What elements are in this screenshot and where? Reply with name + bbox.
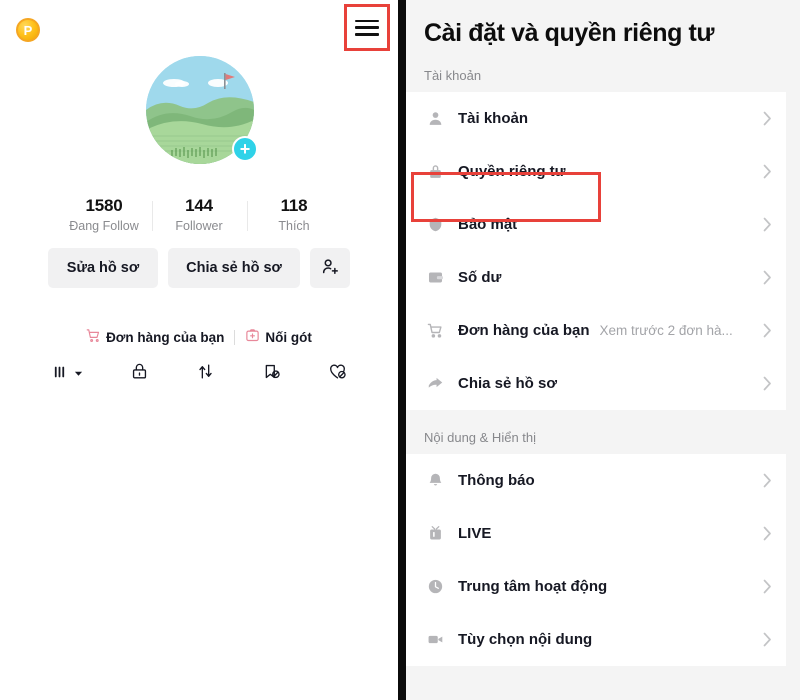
tab-private[interactable] (130, 362, 149, 386)
settings-row-label: Số dư (458, 269, 502, 286)
chevron-right-icon (763, 323, 772, 338)
stat-likes[interactable]: 118 Thích (246, 196, 342, 233)
stat-label: Đang Follow (69, 219, 139, 233)
profile-content-tabs (0, 362, 398, 386)
shield-icon (424, 216, 446, 233)
settings-card-account: Tài khoản Quyền riêng tư Bảo mật Số dư Đ… (406, 92, 786, 410)
stat-following[interactable]: 1580 Đang Follow (57, 196, 152, 233)
settings-row-content-preferences[interactable]: Tùy chọn nội dung (406, 613, 786, 666)
lock-private-icon (130, 362, 149, 386)
settings-row-label: Thông báo (458, 472, 535, 489)
profile-link-label: Nối gót (265, 329, 312, 345)
section-header-content: Nội dung & Hiển thị (424, 430, 537, 445)
coin-badge-label: P (23, 22, 33, 38)
chevron-down-icon (74, 365, 83, 383)
repost-arrows-icon (196, 362, 215, 386)
avatar[interactable]: + (146, 56, 258, 164)
add-avatar-button[interactable]: + (232, 136, 258, 162)
tab-saved-hidden[interactable] (262, 362, 281, 386)
tab-repost[interactable] (196, 362, 215, 386)
stat-label: Thích (278, 219, 310, 233)
settings-row-share-profile[interactable]: Chia sẻ hồ sơ (406, 357, 786, 410)
chevron-right-icon (763, 217, 772, 232)
settings-row-notifications[interactable]: Thông báo (406, 454, 786, 507)
settings-row-privacy[interactable]: Quyền riêng tư (406, 145, 786, 198)
coin-p-icon[interactable]: P (16, 18, 40, 42)
profile-panel: P + 1580 Đang Follow 144 Follower 118 Th… (0, 0, 398, 700)
settings-row-security[interactable]: Bảo mật (406, 198, 786, 251)
stat-label: Follower (175, 219, 223, 233)
share-arrow-icon (424, 375, 446, 392)
settings-card-content: Thông báo LIVE Trung tâm hoạt động Tùy c… (406, 454, 786, 666)
tab-grid-bars[interactable] (52, 363, 83, 386)
settings-row-subtitle: Xem trước 2 đơn hà... (599, 323, 733, 338)
chevron-right-icon (763, 526, 772, 541)
chevron-right-icon (763, 473, 772, 488)
settings-row-label: Bảo mật (458, 216, 518, 233)
bookmark-hidden-icon (262, 362, 281, 386)
add-box-icon (245, 328, 260, 346)
hamburger-menu-icon (355, 19, 379, 36)
person-icon (424, 110, 446, 127)
stat-value: 1580 (85, 196, 123, 215)
settings-row-label: Đơn hàng của bạn (458, 322, 590, 339)
profile-stats: 1580 Đang Follow 144 Follower 118 Thích (0, 196, 398, 233)
add-person-icon (321, 257, 340, 280)
stat-followers[interactable]: 144 Follower (151, 196, 247, 233)
heart-hidden-icon (328, 362, 347, 386)
settings-row-label: Quyền riêng tư (458, 163, 566, 180)
grid-bars-icon (52, 363, 70, 386)
settings-row-label: Chia sẻ hồ sơ (458, 375, 558, 392)
cart-icon (424, 322, 446, 339)
settings-row-label: Trung tâm hoạt động (458, 578, 608, 595)
profile-link-label: Đơn hàng của bạn (106, 329, 225, 345)
settings-row-live[interactable]: LIVE (406, 507, 786, 560)
chevron-right-icon (763, 632, 772, 647)
panel-divider (398, 0, 406, 700)
settings-row-label: Tùy chọn nội dung (458, 631, 593, 648)
stat-value: 144 (185, 196, 213, 215)
app-screen: P + 1580 Đang Follow 144 Follower 118 Th… (0, 0, 800, 700)
share-profile-button[interactable]: Chia sẻ hồ sơ (168, 248, 300, 288)
settings-panel: Cài đặt và quyền riêng tư Tài khoản Tài … (406, 0, 800, 700)
chevron-right-icon (763, 164, 772, 179)
settings-row-account[interactable]: Tài khoản (406, 92, 786, 145)
video-camera-icon (424, 631, 446, 648)
edit-profile-button[interactable]: Sửa hồ sơ (48, 248, 158, 288)
section-header-account: Tài khoản (424, 68, 482, 83)
chevron-right-icon (763, 579, 772, 594)
links-divider (234, 329, 236, 345)
settings-row-label: Tài khoản (458, 110, 529, 127)
profile-links: Đơn hàng của bạn Nối gót (0, 328, 398, 346)
stat-value: 118 (280, 196, 308, 215)
bell-icon (424, 472, 446, 489)
chevron-right-icon (763, 270, 772, 285)
settings-row-orders[interactable]: Đơn hàng của bạn Xem trước 2 đơn hà... (406, 304, 786, 357)
settings-row-balance[interactable]: Số dư (406, 251, 786, 304)
add-avatar-label: + (239, 139, 251, 159)
lock-icon (424, 163, 446, 180)
chevron-right-icon (763, 376, 772, 391)
page-title: Cài đặt và quyền riêng tư (424, 19, 715, 47)
live-tv-icon (424, 525, 446, 542)
settings-row-activity-center[interactable]: Trung tâm hoạt động (406, 560, 786, 613)
add-person-button[interactable] (310, 248, 350, 288)
profile-actions: Sửa hồ sơ Chia sẻ hồ sơ (0, 248, 398, 288)
chevron-right-icon (763, 111, 772, 126)
profile-link-noi-got[interactable]: Nối gót (245, 328, 312, 346)
hamburger-menu-button[interactable] (344, 4, 390, 51)
shopping-cart-icon (86, 328, 101, 346)
tab-liked-hidden[interactable] (328, 362, 347, 386)
wallet-icon (424, 269, 446, 286)
profile-link-orders[interactable]: Đơn hàng của bạn (86, 328, 224, 346)
settings-row-label: LIVE (458, 525, 492, 542)
clock-icon (424, 578, 446, 595)
